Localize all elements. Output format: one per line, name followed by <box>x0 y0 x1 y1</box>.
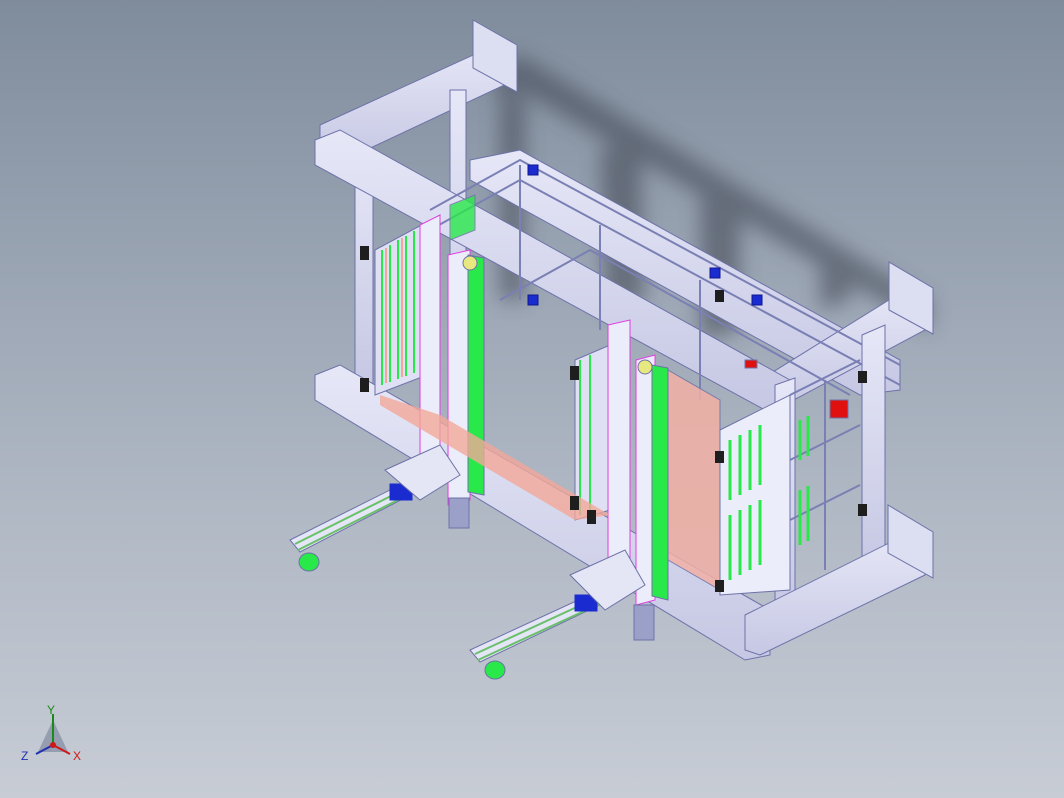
z-axis-label: Z <box>21 749 29 763</box>
pink-sheet-stack-right[interactable] <box>667 369 721 591</box>
view-orientation-triad[interactable]: Y X Z <box>18 700 88 770</box>
y-axis-label: Y <box>47 703 56 717</box>
right-frame-post[interactable] <box>861 324 886 571</box>
cad-model-viewport[interactable] <box>0 0 1064 798</box>
x-axis-label: X <box>73 749 82 763</box>
left-transfer-arm[interactable] <box>289 444 470 572</box>
right-transfer-arm[interactable] <box>469 549 655 680</box>
